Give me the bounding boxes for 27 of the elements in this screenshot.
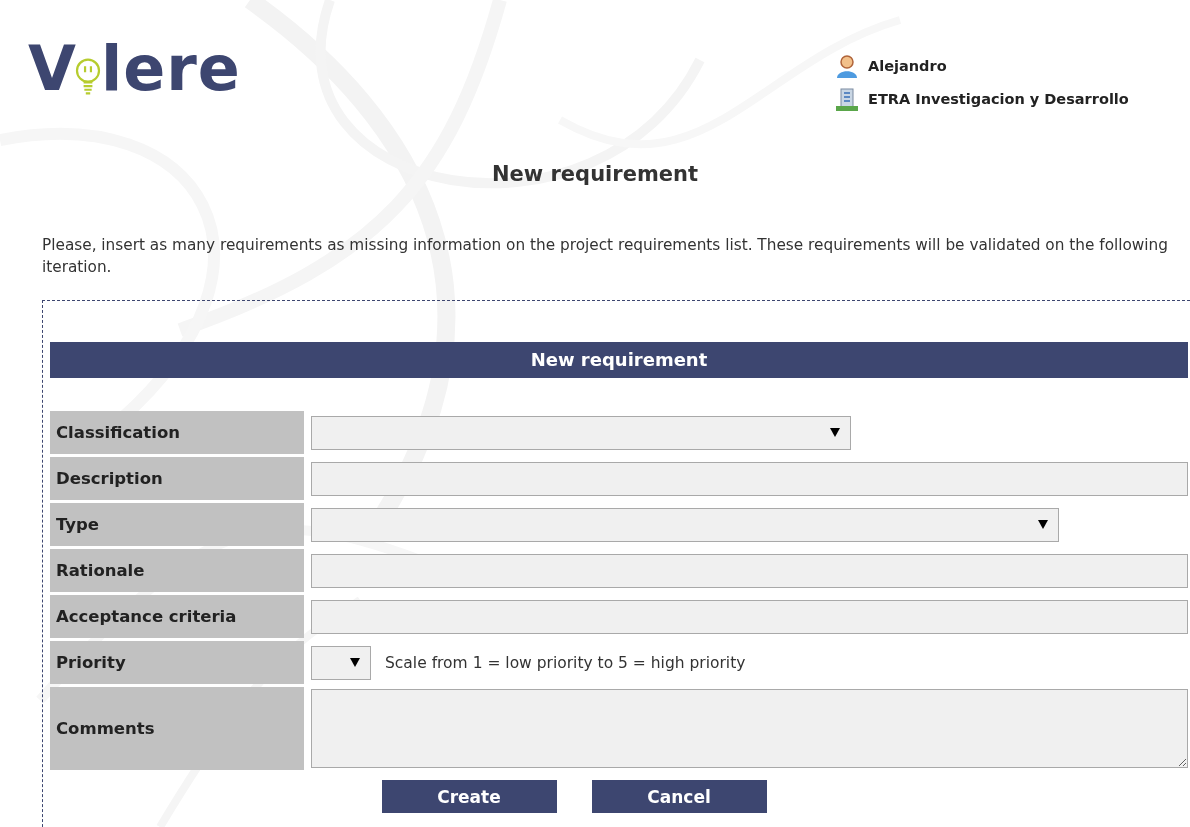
input-field[interactable]	[311, 553, 1188, 588]
logo-text: lere	[101, 38, 241, 100]
dropdown[interactable]	[311, 645, 371, 680]
organization-name: ETRA Investigacion y Desarrollo	[868, 91, 1129, 107]
field-label: Comments	[50, 687, 304, 770]
field-label: Acceptance criteria	[50, 595, 304, 638]
intro-text: Please, insert as many requirements as missing information on the project requirements list. These requirements will be validated on the following iteration.	[42, 235, 1170, 278]
caret-icon	[1038, 519, 1048, 529]
caret-icon	[350, 657, 360, 667]
field-label: Type	[50, 503, 304, 546]
input-field[interactable]	[311, 461, 1188, 496]
caret-icon	[830, 427, 840, 437]
logo-text: V	[28, 38, 77, 100]
hint-text: Scale from 1 = low priority to 5 = high priority	[385, 653, 746, 672]
field-label: Description	[50, 457, 304, 500]
form-button[interactable]: Create	[381, 780, 557, 813]
building-icon	[836, 86, 858, 112]
field-label: Priority	[50, 641, 304, 684]
user-name: Alejandro	[868, 58, 947, 74]
comment-field[interactable]	[311, 689, 1188, 768]
field-label: Rationale	[50, 549, 304, 592]
field-label: Classification	[50, 411, 304, 454]
user-icon	[836, 54, 858, 78]
form-header: New requirement	[50, 342, 1188, 378]
form-button[interactable]: Cancel	[591, 780, 767, 813]
input-field[interactable]	[311, 599, 1188, 634]
page-title: New requirement	[491, 162, 699, 188]
